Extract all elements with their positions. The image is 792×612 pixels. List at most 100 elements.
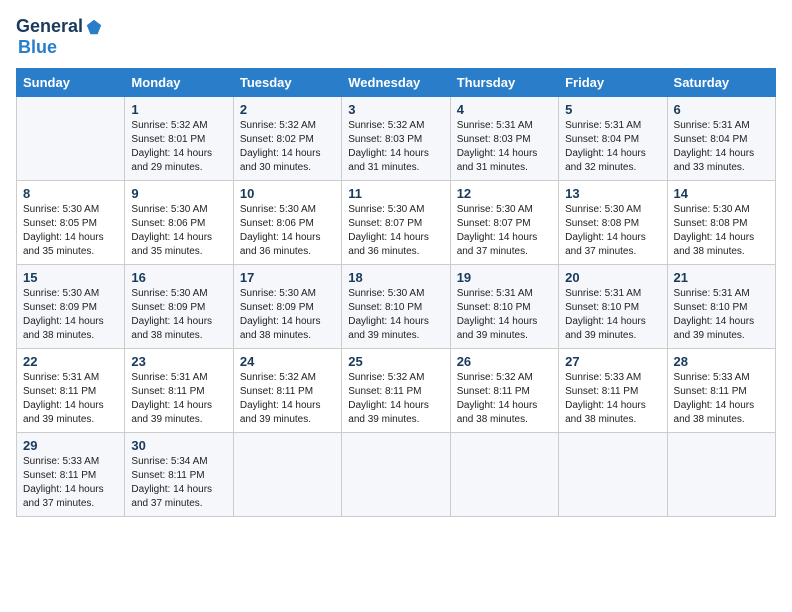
day-content: Sunrise: 5:30 AM Sunset: 8:08 PM Dayligh… xyxy=(565,203,660,259)
day-content: Sunrise: 5:33 AM Sunset: 8:11 PM Dayligh… xyxy=(565,371,660,427)
day-content: Sunrise: 5:32 AM Sunset: 8:03 PM Dayligh… xyxy=(348,119,443,175)
calendar-cell: 25 Sunrise: 5:32 AM Sunset: 8:11 PM Dayl… xyxy=(342,349,450,433)
calendar-cell xyxy=(233,433,341,517)
day-number: 1 xyxy=(131,102,226,117)
day-content: Sunrise: 5:32 AM Sunset: 8:01 PM Dayligh… xyxy=(131,119,226,175)
calendar-cell: 14 Sunrise: 5:30 AM Sunset: 8:08 PM Dayl… xyxy=(667,181,775,265)
day-content: Sunrise: 5:30 AM Sunset: 8:07 PM Dayligh… xyxy=(348,203,443,259)
day-content: Sunrise: 5:30 AM Sunset: 8:06 PM Dayligh… xyxy=(240,203,335,259)
day-number: 20 xyxy=(565,270,660,285)
day-number: 16 xyxy=(131,270,226,285)
day-number: 14 xyxy=(674,186,769,201)
calendar-cell: 13 Sunrise: 5:30 AM Sunset: 8:08 PM Dayl… xyxy=(559,181,667,265)
day-number: 18 xyxy=(348,270,443,285)
logo: General Blue xyxy=(16,16,103,58)
calendar-cell: 5 Sunrise: 5:31 AM Sunset: 8:04 PM Dayli… xyxy=(559,97,667,181)
day-content: Sunrise: 5:31 AM Sunset: 8:10 PM Dayligh… xyxy=(565,287,660,343)
calendar-week-row: 29 Sunrise: 5:33 AM Sunset: 8:11 PM Dayl… xyxy=(17,433,776,517)
day-number: 2 xyxy=(240,102,335,117)
calendar-cell: 3 Sunrise: 5:32 AM Sunset: 8:03 PM Dayli… xyxy=(342,97,450,181)
day-number: 6 xyxy=(674,102,769,117)
day-content: Sunrise: 5:30 AM Sunset: 8:09 PM Dayligh… xyxy=(240,287,335,343)
calendar-cell: 2 Sunrise: 5:32 AM Sunset: 8:02 PM Dayli… xyxy=(233,97,341,181)
day-content: Sunrise: 5:30 AM Sunset: 8:08 PM Dayligh… xyxy=(674,203,769,259)
calendar-cell xyxy=(342,433,450,517)
calendar-cell: 29 Sunrise: 5:33 AM Sunset: 8:11 PM Dayl… xyxy=(17,433,125,517)
day-content: Sunrise: 5:31 AM Sunset: 8:04 PM Dayligh… xyxy=(674,119,769,175)
day-content: Sunrise: 5:31 AM Sunset: 8:10 PM Dayligh… xyxy=(457,287,552,343)
day-content: Sunrise: 5:30 AM Sunset: 8:07 PM Dayligh… xyxy=(457,203,552,259)
calendar-cell xyxy=(559,433,667,517)
calendar-cell: 17 Sunrise: 5:30 AM Sunset: 8:09 PM Dayl… xyxy=(233,265,341,349)
day-number: 12 xyxy=(457,186,552,201)
calendar-cell: 24 Sunrise: 5:32 AM Sunset: 8:11 PM Dayl… xyxy=(233,349,341,433)
day-number: 10 xyxy=(240,186,335,201)
logo-general: General xyxy=(16,16,83,37)
day-content: Sunrise: 5:32 AM Sunset: 8:11 PM Dayligh… xyxy=(240,371,335,427)
day-content: Sunrise: 5:32 AM Sunset: 8:11 PM Dayligh… xyxy=(457,371,552,427)
logo-blue: Blue xyxy=(18,37,57,57)
weekday-header-thursday: Thursday xyxy=(450,69,558,97)
weekday-header-row: SundayMondayTuesdayWednesdayThursdayFrid… xyxy=(17,69,776,97)
calendar-cell xyxy=(17,97,125,181)
day-number: 5 xyxy=(565,102,660,117)
calendar-cell: 8 Sunrise: 5:30 AM Sunset: 8:05 PM Dayli… xyxy=(17,181,125,265)
day-number: 21 xyxy=(674,270,769,285)
day-number: 27 xyxy=(565,354,660,369)
day-number: 4 xyxy=(457,102,552,117)
calendar-week-row: 15 Sunrise: 5:30 AM Sunset: 8:09 PM Dayl… xyxy=(17,265,776,349)
calendar-cell: 16 Sunrise: 5:30 AM Sunset: 8:09 PM Dayl… xyxy=(125,265,233,349)
day-number: 17 xyxy=(240,270,335,285)
day-content: Sunrise: 5:33 AM Sunset: 8:11 PM Dayligh… xyxy=(674,371,769,427)
calendar-cell: 12 Sunrise: 5:30 AM Sunset: 8:07 PM Dayl… xyxy=(450,181,558,265)
calendar-cell: 15 Sunrise: 5:30 AM Sunset: 8:09 PM Dayl… xyxy=(17,265,125,349)
weekday-header-monday: Monday xyxy=(125,69,233,97)
day-content: Sunrise: 5:32 AM Sunset: 8:02 PM Dayligh… xyxy=(240,119,335,175)
calendar-cell: 6 Sunrise: 5:31 AM Sunset: 8:04 PM Dayli… xyxy=(667,97,775,181)
calendar-cell: 27 Sunrise: 5:33 AM Sunset: 8:11 PM Dayl… xyxy=(559,349,667,433)
day-number: 29 xyxy=(23,438,118,453)
day-number: 9 xyxy=(131,186,226,201)
day-number: 15 xyxy=(23,270,118,285)
day-content: Sunrise: 5:31 AM Sunset: 8:10 PM Dayligh… xyxy=(674,287,769,343)
calendar-cell xyxy=(667,433,775,517)
calendar-cell: 10 Sunrise: 5:30 AM Sunset: 8:06 PM Dayl… xyxy=(233,181,341,265)
day-content: Sunrise: 5:31 AM Sunset: 8:04 PM Dayligh… xyxy=(565,119,660,175)
day-content: Sunrise: 5:34 AM Sunset: 8:11 PM Dayligh… xyxy=(131,455,226,511)
day-number: 24 xyxy=(240,354,335,369)
calendar-cell: 26 Sunrise: 5:32 AM Sunset: 8:11 PM Dayl… xyxy=(450,349,558,433)
day-content: Sunrise: 5:30 AM Sunset: 8:06 PM Dayligh… xyxy=(131,203,226,259)
day-number: 25 xyxy=(348,354,443,369)
calendar-cell: 11 Sunrise: 5:30 AM Sunset: 8:07 PM Dayl… xyxy=(342,181,450,265)
calendar-cell: 9 Sunrise: 5:30 AM Sunset: 8:06 PM Dayli… xyxy=(125,181,233,265)
calendar-cell: 18 Sunrise: 5:30 AM Sunset: 8:10 PM Dayl… xyxy=(342,265,450,349)
weekday-header-sunday: Sunday xyxy=(17,69,125,97)
day-content: Sunrise: 5:30 AM Sunset: 8:09 PM Dayligh… xyxy=(131,287,226,343)
day-number: 3 xyxy=(348,102,443,117)
day-content: Sunrise: 5:32 AM Sunset: 8:11 PM Dayligh… xyxy=(348,371,443,427)
day-content: Sunrise: 5:31 AM Sunset: 8:03 PM Dayligh… xyxy=(457,119,552,175)
day-number: 22 xyxy=(23,354,118,369)
weekday-header-friday: Friday xyxy=(559,69,667,97)
day-number: 13 xyxy=(565,186,660,201)
calendar-cell xyxy=(450,433,558,517)
calendar-cell: 20 Sunrise: 5:31 AM Sunset: 8:10 PM Dayl… xyxy=(559,265,667,349)
day-number: 28 xyxy=(674,354,769,369)
weekday-header-tuesday: Tuesday xyxy=(233,69,341,97)
calendar-cell: 4 Sunrise: 5:31 AM Sunset: 8:03 PM Dayli… xyxy=(450,97,558,181)
calendar-table: SundayMondayTuesdayWednesdayThursdayFrid… xyxy=(16,68,776,517)
day-content: Sunrise: 5:31 AM Sunset: 8:11 PM Dayligh… xyxy=(131,371,226,427)
logo-flag-icon xyxy=(85,18,103,36)
weekday-header-saturday: Saturday xyxy=(667,69,775,97)
calendar-cell: 30 Sunrise: 5:34 AM Sunset: 8:11 PM Dayl… xyxy=(125,433,233,517)
day-content: Sunrise: 5:30 AM Sunset: 8:10 PM Dayligh… xyxy=(348,287,443,343)
day-content: Sunrise: 5:33 AM Sunset: 8:11 PM Dayligh… xyxy=(23,455,118,511)
weekday-header-wednesday: Wednesday xyxy=(342,69,450,97)
calendar-cell: 1 Sunrise: 5:32 AM Sunset: 8:01 PM Dayli… xyxy=(125,97,233,181)
calendar-cell: 28 Sunrise: 5:33 AM Sunset: 8:11 PM Dayl… xyxy=(667,349,775,433)
day-number: 11 xyxy=(348,186,443,201)
calendar-cell: 21 Sunrise: 5:31 AM Sunset: 8:10 PM Dayl… xyxy=(667,265,775,349)
calendar-cell: 19 Sunrise: 5:31 AM Sunset: 8:10 PM Dayl… xyxy=(450,265,558,349)
day-number: 26 xyxy=(457,354,552,369)
day-number: 8 xyxy=(23,186,118,201)
